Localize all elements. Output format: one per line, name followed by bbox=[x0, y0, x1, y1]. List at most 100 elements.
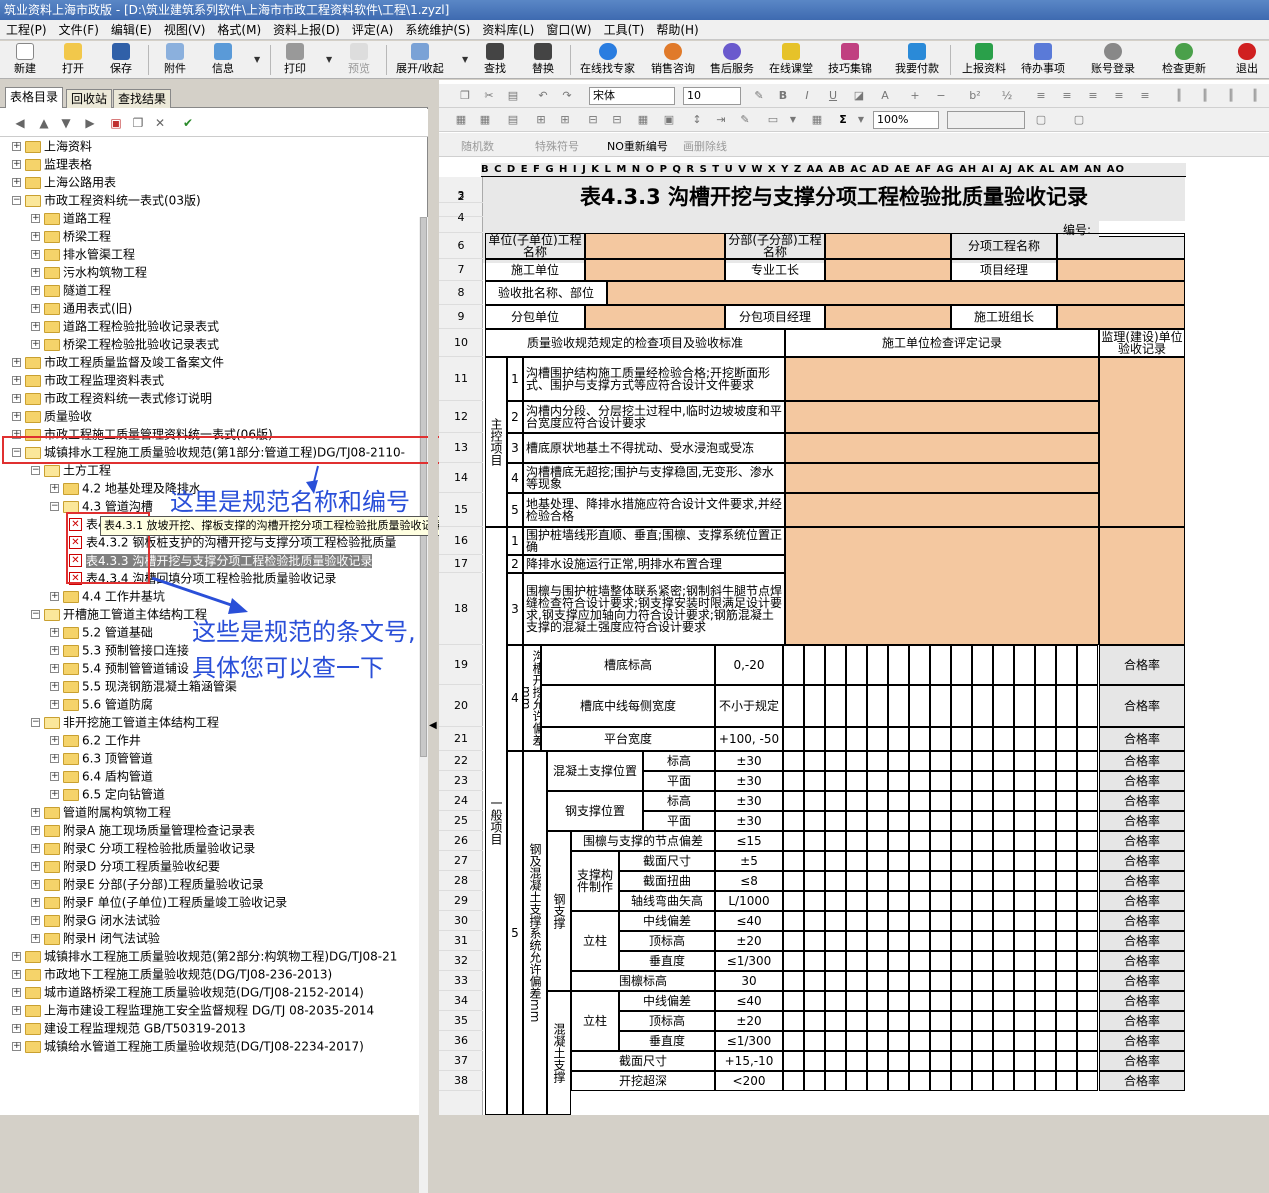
tree-folder-item[interactable]: + 附录A 施工现场质量管理检查记录表 bbox=[31, 821, 255, 839]
measure-cell[interactable] bbox=[825, 891, 846, 911]
info-dropdown-icon[interactable]: ▼ bbox=[254, 55, 260, 64]
measure-cell[interactable] bbox=[1077, 727, 1098, 751]
measure-cell[interactable] bbox=[804, 1011, 825, 1031]
measure-cell[interactable] bbox=[930, 1051, 951, 1071]
measure-cell[interactable] bbox=[1077, 911, 1098, 931]
measure-cell[interactable] bbox=[1014, 1011, 1035, 1031]
measure-cell[interactable] bbox=[1014, 931, 1035, 951]
expand-icon[interactable]: + bbox=[31, 250, 40, 259]
measure-cell[interactable] bbox=[846, 811, 867, 831]
expand-icon[interactable]: + bbox=[12, 160, 21, 169]
measure-cell[interactable] bbox=[909, 971, 930, 991]
line-spacing-icon[interactable]: ↕ bbox=[689, 112, 705, 128]
expand-icon[interactable]: + bbox=[31, 862, 40, 871]
measure-cell[interactable] bbox=[804, 771, 825, 791]
measure-cell[interactable] bbox=[909, 871, 930, 891]
measure-cell[interactable] bbox=[972, 1071, 993, 1091]
expand-icon[interactable]: + bbox=[12, 142, 21, 151]
measure-cell[interactable] bbox=[951, 771, 972, 791]
cut-icon[interactable]: ✂ bbox=[481, 88, 497, 104]
tree-folder-item[interactable]: +6.2 工作井 bbox=[50, 731, 141, 749]
measure-cell[interactable] bbox=[909, 751, 930, 771]
measure-cell[interactable] bbox=[888, 645, 909, 685]
measure-cell[interactable] bbox=[825, 685, 846, 727]
measure-cell[interactable] bbox=[1056, 871, 1077, 891]
measure-cell[interactable] bbox=[1014, 911, 1035, 931]
team-input[interactable] bbox=[1057, 305, 1185, 329]
measure-cell[interactable] bbox=[783, 991, 804, 1011]
measure-cell[interactable] bbox=[804, 811, 825, 831]
measure-cell[interactable] bbox=[867, 685, 888, 727]
measure-cell[interactable] bbox=[1035, 685, 1056, 727]
measure-cell[interactable] bbox=[909, 951, 930, 971]
expand-icon[interactable]: + bbox=[31, 808, 40, 817]
sum-dropdown-icon[interactable]: ▼ bbox=[853, 112, 869, 128]
measure-cell[interactable] bbox=[825, 771, 846, 791]
measure-cell[interactable] bbox=[951, 685, 972, 727]
measure-cell[interactable] bbox=[951, 1011, 972, 1031]
exit-button[interactable]: 退出 bbox=[1236, 43, 1258, 75]
measure-cell[interactable] bbox=[867, 791, 888, 811]
font-select[interactable]: 宋体 bbox=[589, 87, 675, 105]
measure-cell[interactable] bbox=[1035, 751, 1056, 771]
measure-cell[interactable] bbox=[951, 727, 972, 751]
measure-cell[interactable] bbox=[930, 911, 951, 931]
measure-cell[interactable] bbox=[972, 871, 993, 891]
collapse-arrow-icon[interactable]: ◀ bbox=[429, 720, 437, 731]
measure-cell[interactable] bbox=[846, 991, 867, 1011]
expand-icon[interactable]: + bbox=[50, 790, 59, 799]
measure-cell[interactable] bbox=[867, 751, 888, 771]
measure-cell[interactable] bbox=[888, 727, 909, 751]
measure-cell[interactable] bbox=[1056, 1031, 1077, 1051]
course-button[interactable]: 在线课堂 bbox=[769, 43, 813, 75]
tree-folder-item[interactable]: + 附录E 分部(子分部)工程质量验收记录 bbox=[31, 875, 264, 893]
measure-cell[interactable] bbox=[1056, 931, 1077, 951]
measure-cell[interactable] bbox=[867, 727, 888, 751]
image-dropdown-icon[interactable]: ▼ bbox=[785, 112, 801, 128]
measure-cell[interactable] bbox=[846, 1051, 867, 1071]
insert2-icon[interactable]: ⊞ bbox=[557, 112, 573, 128]
measure-cell[interactable] bbox=[993, 931, 1014, 951]
measure-cell[interactable] bbox=[993, 1071, 1014, 1091]
main-item-record[interactable] bbox=[785, 493, 1099, 527]
measure-cell[interactable] bbox=[825, 911, 846, 931]
measure-cell[interactable] bbox=[1056, 951, 1077, 971]
measure-cell[interactable] bbox=[888, 811, 909, 831]
measure-cell[interactable] bbox=[783, 971, 804, 991]
measure-cell[interactable] bbox=[951, 1071, 972, 1091]
measure-cell[interactable] bbox=[951, 971, 972, 991]
format-icon[interactable]: ✎ bbox=[737, 112, 753, 128]
tree-folder-item[interactable]: + 市政工程质量监督及竣工备案文件 bbox=[12, 353, 224, 371]
measure-cell[interactable] bbox=[930, 645, 951, 685]
tree-folder-item[interactable]: + 附录F 单位(子单位)工程质量竣工验收记录 bbox=[31, 893, 287, 911]
measure-cell[interactable] bbox=[1035, 1071, 1056, 1091]
align-center-icon[interactable]: ≡ bbox=[1059, 88, 1075, 104]
measure-cell[interactable] bbox=[1035, 1011, 1056, 1031]
expand-icon[interactable]: + bbox=[31, 268, 40, 277]
measure-cell[interactable] bbox=[972, 931, 993, 951]
column4-icon[interactable]: ║ bbox=[1247, 88, 1263, 104]
measure-cell[interactable] bbox=[1056, 831, 1077, 851]
measure-cell[interactable] bbox=[804, 751, 825, 771]
measure-cell[interactable] bbox=[1056, 971, 1077, 991]
add-table-icon[interactable]: ▣ bbox=[108, 115, 124, 131]
measure-cell[interactable] bbox=[930, 685, 951, 727]
expand-icon[interactable]: + bbox=[31, 304, 40, 313]
measure-cell[interactable] bbox=[888, 951, 909, 971]
bold-icon[interactable]: B bbox=[775, 88, 791, 104]
measure-cell[interactable] bbox=[1077, 851, 1098, 871]
measure-cell[interactable] bbox=[867, 951, 888, 971]
measure-cell[interactable] bbox=[825, 1071, 846, 1091]
measure-cell[interactable] bbox=[993, 811, 1014, 831]
measure-cell[interactable] bbox=[783, 1051, 804, 1071]
print-dropdown-icon[interactable]: ▼ bbox=[326, 55, 332, 64]
measure-cell[interactable] bbox=[1077, 891, 1098, 911]
expand-icon[interactable]: + bbox=[50, 700, 59, 709]
measure-cell[interactable] bbox=[825, 1011, 846, 1031]
measure-cell[interactable] bbox=[930, 891, 951, 911]
line-style-select[interactable] bbox=[947, 111, 1025, 129]
tree-folder-item[interactable]: + 质量验收 bbox=[12, 407, 92, 425]
measure-cell[interactable] bbox=[1035, 931, 1056, 951]
copy-icon[interactable]: ❐ bbox=[457, 88, 473, 104]
tree-folder-item[interactable]: + 市政工程资料统一表式修订说明 bbox=[12, 389, 212, 407]
